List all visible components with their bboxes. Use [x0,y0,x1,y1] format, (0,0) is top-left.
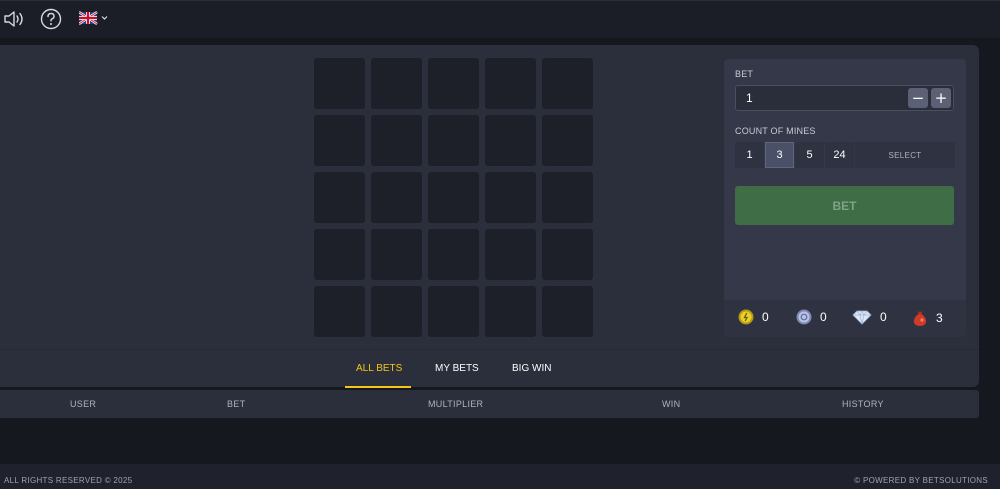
powered-by-text: © POWERED BY BETSOLUTIONS [854,476,988,485]
grid-cell[interactable] [314,115,365,166]
silver-coin-stat: 0 [796,309,827,325]
grid-cell[interactable] [428,172,479,223]
column-multiplier: MULTIPLIER [428,399,484,409]
mines-grid [314,58,593,337]
grid-cell[interactable] [485,172,536,223]
gold-coin-count: 0 [762,310,769,324]
silver-coin-icon [796,309,812,325]
grid-cell[interactable] [542,115,593,166]
grid-cell[interactable] [542,286,593,337]
gold-coin-stat: 0 [738,309,769,325]
grid-cell[interactable] [314,58,365,109]
grid-cell[interactable] [371,286,422,337]
tab-my-bets[interactable]: MY BETS [435,363,479,374]
grid-cell[interactable] [371,58,422,109]
bag-count: 3 [936,311,943,325]
speaker-icon[interactable] [3,9,27,29]
grid-cell[interactable] [485,286,536,337]
silver-coin-count: 0 [820,310,827,324]
mines-count-options: 1 3 5 24 SELECT [735,142,955,168]
diamond-count: 0 [880,310,887,324]
grid-cell[interactable] [314,229,365,280]
copyright-text: ALL RIGHTS RESERVED © 2025 [4,476,133,485]
bets-tabs: ALL BETS MY BETS BIG WIN [0,349,979,387]
diamond-stat: 0 [852,309,887,325]
footer: ALL RIGHTS RESERVED © 2025 © POWERED BY … [0,464,1000,489]
increase-bet-button[interactable]: + [931,88,951,108]
grid-cell[interactable] [314,172,365,223]
grid-cell[interactable] [371,172,422,223]
mines-option-5[interactable]: 5 [795,142,824,168]
stats-bar: 0 0 0 3 [724,300,966,337]
tab-all-bets[interactable]: ALL BETS [356,363,402,374]
grid-cell[interactable] [371,229,422,280]
column-history: HISTORY [842,399,884,409]
decrease-bet-button[interactable]: − [908,88,928,108]
grid-cell[interactable] [542,229,593,280]
top-bar [0,0,1000,38]
bet-panel: BET − + COUNT OF MINES 1 3 5 24 SELECT B… [724,59,966,337]
money-bag-icon [913,311,927,326]
uk-flag-icon[interactable] [79,11,109,25]
grid-cell[interactable] [428,58,479,109]
column-user: USER [70,399,97,409]
grid-cell[interactable] [371,115,422,166]
gold-coin-icon [738,309,754,325]
bet-label: BET [735,69,754,79]
grid-cell[interactable] [314,286,365,337]
mines-count-label: COUNT OF MINES [735,126,816,136]
mines-option-24[interactable]: 24 [825,142,854,168]
bets-table-header: USER BET MULTIPLIER WIN HISTORY [0,390,979,418]
bag-stat: 3 [912,309,943,327]
column-bet: BET [227,399,246,409]
grid-cell[interactable] [485,58,536,109]
mines-option-1[interactable]: 1 [735,142,764,168]
grid-cell[interactable] [428,286,479,337]
grid-cell[interactable] [542,58,593,109]
grid-cell[interactable] [428,229,479,280]
tab-big-win[interactable]: BIG WIN [512,363,551,374]
active-tab-indicator [345,386,411,388]
grid-cell[interactable] [485,115,536,166]
bet-button[interactable]: BET [735,186,954,225]
grid-cell[interactable] [485,229,536,280]
column-win: WIN [662,399,681,409]
grid-cell[interactable] [542,172,593,223]
mines-select-dropdown[interactable]: SELECT [855,142,955,168]
grid-cell[interactable] [428,115,479,166]
question-icon[interactable] [40,8,62,30]
mines-option-3[interactable]: 3 [765,142,794,168]
diamond-icon [852,310,872,325]
